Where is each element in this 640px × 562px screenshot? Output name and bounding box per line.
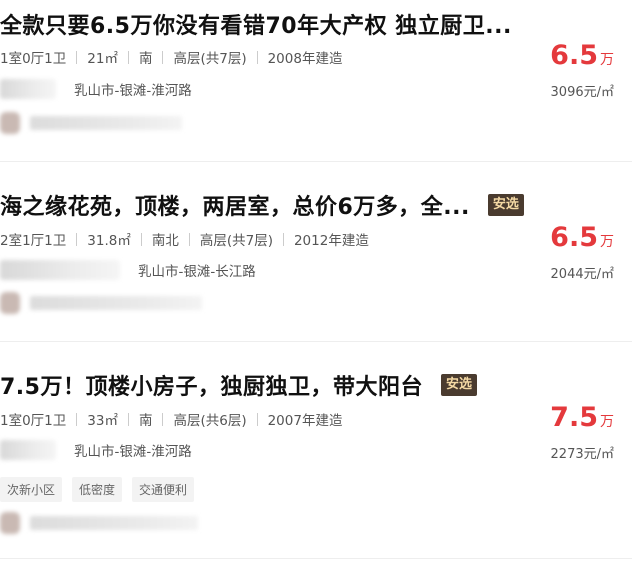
listing-card[interactable]: 7.5万！顶楼小房子，独厨独卫，带大阳台 安选 1室0厅1卫 33㎡ 南 高层(… <box>0 342 632 562</box>
price-block: 6.5 万 2044元/㎡ <box>550 222 614 282</box>
anxuan-badge: 安选 <box>440 374 477 396</box>
layout-text: 2室1厅1卫 <box>0 233 67 249</box>
listing-title-row: 全款只要6.5万你没有看错70年大产权 独立厨卫... <box>0 8 512 40</box>
listing-info: 2室1厅1卫 31.8㎡ 南北 高层(共7层) 2012年建造 <box>0 229 369 249</box>
listing-divider <box>0 558 632 559</box>
total-price-unit: 万 <box>600 414 614 430</box>
layout-text: 1室0厅1卫 <box>0 413 67 429</box>
listing-info: 1室0厅1卫 21㎡ 南 高层(共7层) 2008年建造 <box>0 47 342 67</box>
agent-row <box>0 512 198 534</box>
agent-row <box>0 292 202 314</box>
price-block: 6.5 万 3096元/㎡ <box>550 40 614 100</box>
total-price-unit: 万 <box>600 52 614 68</box>
orientation-text: 南 <box>138 413 153 429</box>
listing-title-row: 7.5万！顶楼小房子，独厨独卫，带大阳台 安选 <box>0 369 477 401</box>
total-price-value: 6.5 <box>550 222 598 253</box>
total-price: 7.5 万 <box>550 402 614 433</box>
area-text: 33㎡ <box>87 413 118 429</box>
total-price-value: 6.5 <box>550 40 598 71</box>
address-row: 乳山市-银滩-长江路 <box>0 260 256 280</box>
total-price-unit: 万 <box>600 234 614 250</box>
address-row: 乳山市-银滩-淮河路 <box>0 440 192 460</box>
listing-title-row: 海之缘花苑，顶楼，两居室，总价6万多，全... 安选 <box>0 189 524 221</box>
divider <box>162 50 164 64</box>
blurred-community-name <box>0 440 56 460</box>
divider <box>76 412 78 426</box>
blurred-community-name <box>0 260 120 280</box>
feature-tags: 次新小区 低密度 交通便利 <box>0 477 204 502</box>
feature-tag: 次新小区 <box>0 477 63 502</box>
listing-card[interactable]: 全款只要6.5万你没有看错70年大产权 独立厨卫... 1室0厅1卫 21㎡ 南… <box>0 0 632 162</box>
build-year-text: 2008年建造 <box>267 51 343 67</box>
orientation-text: 南北 <box>151 233 179 249</box>
total-price: 6.5 万 <box>550 222 614 253</box>
agent-avatar[interactable] <box>0 512 20 534</box>
orientation-text: 南 <box>138 51 153 67</box>
listing-title[interactable]: 7.5万！顶楼小房子，独厨独卫，带大阳台 <box>0 369 423 401</box>
price-block: 7.5 万 2273元/㎡ <box>550 402 614 462</box>
divider <box>188 232 190 246</box>
area-text: 21㎡ <box>87 51 118 67</box>
listing-title[interactable]: 全款只要6.5万你没有看错70年大产权 独立厨卫... <box>0 8 512 40</box>
floor-text: 高层(共7层) <box>173 51 247 67</box>
total-price: 6.5 万 <box>550 40 614 71</box>
address-text[interactable]: 乳山市-银滩-淮河路 <box>74 79 192 99</box>
unit-price: 2044元/㎡ <box>550 267 614 282</box>
blurred-agent-info <box>30 296 202 310</box>
agent-avatar[interactable] <box>0 292 20 314</box>
divider <box>127 50 129 64</box>
layout-text: 1室0厅1卫 <box>0 51 67 67</box>
listing-info: 1室0厅1卫 33㎡ 南 高层(共6层) 2007年建造 <box>0 409 342 429</box>
blurred-agent-info <box>30 116 182 130</box>
floor-text: 高层(共6层) <box>173 413 247 429</box>
divider <box>127 412 129 426</box>
total-price-value: 7.5 <box>550 402 598 433</box>
blurred-community-name <box>0 79 56 99</box>
divider <box>282 232 284 246</box>
feature-tag: 交通便利 <box>132 477 195 502</box>
address-text[interactable]: 乳山市-银滩-长江路 <box>138 260 256 280</box>
divider <box>140 232 142 246</box>
listing-card[interactable]: 海之缘花苑，顶楼，两居室，总价6万多，全... 安选 2室1厅1卫 31.8㎡ … <box>0 162 632 342</box>
listing-title[interactable]: 海之缘花苑，顶楼，两居室，总价6万多，全... <box>0 189 470 221</box>
divider <box>76 232 78 246</box>
divider <box>162 412 164 426</box>
unit-price: 3096元/㎡ <box>550 85 614 100</box>
build-year-text: 2012年建造 <box>293 233 369 249</box>
blurred-agent-info <box>30 516 198 530</box>
divider <box>256 50 258 64</box>
area-text: 31.8㎡ <box>87 233 131 249</box>
feature-tag: 低密度 <box>72 477 123 502</box>
divider <box>256 412 258 426</box>
unit-price: 2273元/㎡ <box>550 447 614 462</box>
anxuan-badge: 安选 <box>487 194 524 216</box>
divider <box>76 50 78 64</box>
floor-text: 高层(共7层) <box>199 233 273 249</box>
address-row: 乳山市-银滩-淮河路 <box>0 79 192 99</box>
address-text[interactable]: 乳山市-银滩-淮河路 <box>74 440 192 460</box>
agent-avatar[interactable] <box>0 112 20 134</box>
build-year-text: 2007年建造 <box>267 413 343 429</box>
agent-row <box>0 112 182 134</box>
